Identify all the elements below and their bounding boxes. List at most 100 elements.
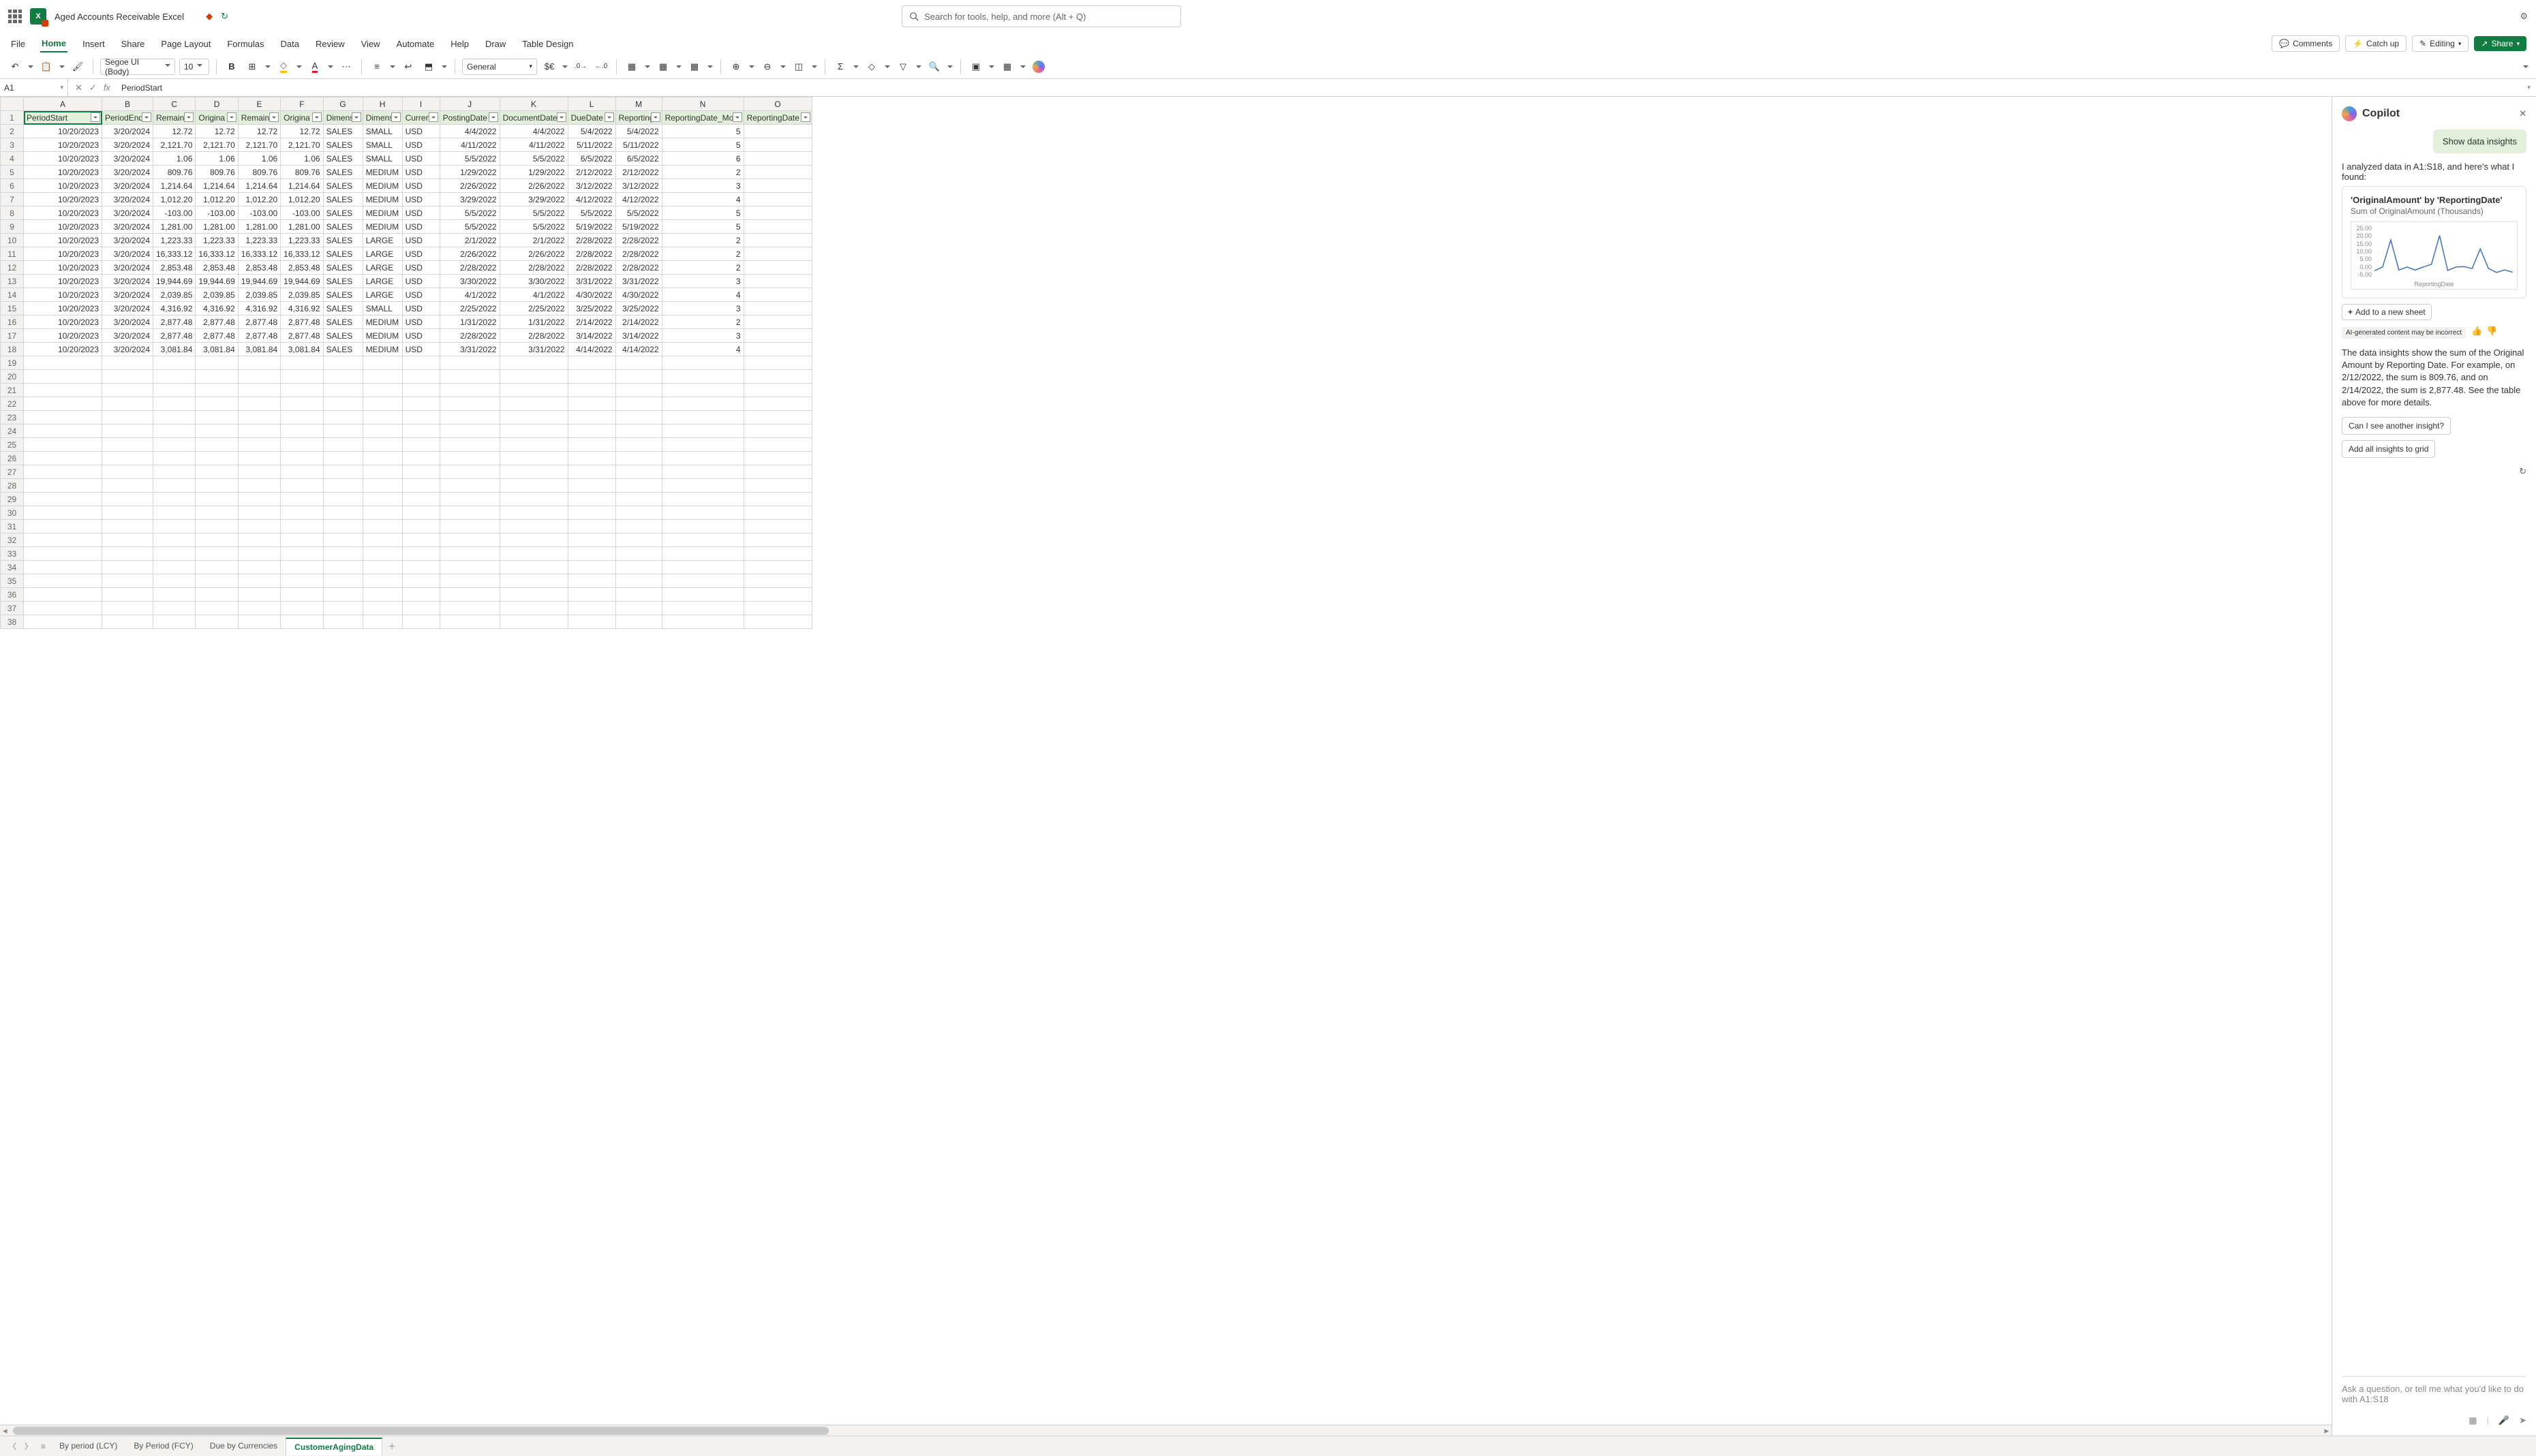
cell[interactable] bbox=[662, 533, 744, 547]
cell[interactable] bbox=[196, 411, 238, 424]
cell[interactable]: 5/4/2022 bbox=[615, 125, 662, 138]
cell[interactable] bbox=[102, 370, 153, 384]
cell[interactable] bbox=[744, 465, 812, 479]
col-header-B[interactable]: B bbox=[102, 97, 153, 111]
cell[interactable] bbox=[363, 533, 402, 547]
cell[interactable] bbox=[662, 397, 744, 411]
merge-button[interactable]: ⬒ bbox=[421, 59, 437, 75]
cell[interactable]: 4/12/2022 bbox=[568, 193, 615, 206]
cell[interactable]: 3/20/2024 bbox=[102, 288, 153, 302]
cancel-formula-icon[interactable]: ✕ bbox=[75, 82, 82, 93]
fx-icon[interactable]: fx bbox=[104, 82, 110, 93]
filter-icon[interactable] bbox=[801, 112, 810, 122]
cell[interactable] bbox=[102, 452, 153, 465]
cell[interactable]: 809.76 bbox=[196, 166, 238, 179]
cell[interactable] bbox=[363, 465, 402, 479]
cell[interactable] bbox=[323, 438, 363, 452]
cell[interactable] bbox=[238, 356, 280, 370]
cell[interactable] bbox=[281, 411, 323, 424]
cell[interactable]: 3,081.84 bbox=[153, 343, 196, 356]
cell[interactable] bbox=[744, 166, 812, 179]
cell[interactable] bbox=[744, 479, 812, 493]
cell[interactable]: LARGE bbox=[363, 234, 402, 247]
filter-icon[interactable] bbox=[91, 112, 100, 122]
menu-tab-help[interactable]: Help bbox=[449, 36, 470, 52]
cell[interactable]: MEDIUM bbox=[363, 193, 402, 206]
cell[interactable]: 1,281.00 bbox=[281, 220, 323, 234]
cell[interactable] bbox=[568, 438, 615, 452]
format-cells-button[interactable]: ◫ bbox=[791, 59, 807, 75]
cell[interactable] bbox=[500, 493, 568, 506]
cell[interactable] bbox=[153, 356, 196, 370]
cell[interactable]: 4/14/2022 bbox=[568, 343, 615, 356]
cell[interactable]: 2 bbox=[662, 247, 744, 261]
cell[interactable] bbox=[196, 479, 238, 493]
cell[interactable]: 5/19/2022 bbox=[615, 220, 662, 234]
cell[interactable]: USD bbox=[402, 275, 440, 288]
cell[interactable] bbox=[281, 615, 323, 629]
fill-color-dropdown[interactable] bbox=[296, 63, 303, 71]
cell[interactable]: 12.72 bbox=[281, 125, 323, 138]
cell[interactable] bbox=[500, 547, 568, 561]
cell[interactable] bbox=[281, 384, 323, 397]
cell[interactable]: SALES bbox=[323, 315, 363, 329]
cell[interactable] bbox=[402, 479, 440, 493]
cell[interactable] bbox=[440, 547, 500, 561]
cell[interactable] bbox=[568, 520, 615, 533]
cell[interactable] bbox=[744, 574, 812, 588]
cell[interactable]: 3/20/2024 bbox=[102, 315, 153, 329]
cell[interactable] bbox=[238, 452, 280, 465]
cell[interactable]: 1.06 bbox=[238, 152, 280, 166]
cell[interactable]: LARGE bbox=[363, 275, 402, 288]
cell[interactable]: SMALL bbox=[363, 138, 402, 152]
cell[interactable] bbox=[102, 602, 153, 615]
cell[interactable]: 3/20/2024 bbox=[102, 261, 153, 275]
cell[interactable] bbox=[24, 615, 102, 629]
cell[interactable] bbox=[500, 602, 568, 615]
cell[interactable] bbox=[744, 343, 812, 356]
cell[interactable]: 10/20/2023 bbox=[24, 315, 102, 329]
cell[interactable] bbox=[102, 588, 153, 602]
cell[interactable]: 2/26/2022 bbox=[500, 247, 568, 261]
cell[interactable] bbox=[615, 356, 662, 370]
cell[interactable] bbox=[440, 574, 500, 588]
cell[interactable] bbox=[238, 520, 280, 533]
cell[interactable] bbox=[24, 602, 102, 615]
cell[interactable] bbox=[440, 602, 500, 615]
cell[interactable] bbox=[102, 506, 153, 520]
thumbs-up-icon[interactable]: 👍 bbox=[2471, 326, 2482, 337]
cell[interactable] bbox=[281, 574, 323, 588]
row-header-21[interactable]: 21 bbox=[1, 384, 24, 397]
currency-dropdown[interactable] bbox=[562, 63, 568, 71]
cell[interactable]: 3 bbox=[662, 329, 744, 343]
cell[interactable] bbox=[500, 533, 568, 547]
analyze-button[interactable]: ▦ bbox=[999, 59, 1015, 75]
cell[interactable]: 3/20/2024 bbox=[102, 206, 153, 220]
cell[interactable] bbox=[500, 384, 568, 397]
cell[interactable]: 3/25/2022 bbox=[615, 302, 662, 315]
cell[interactable] bbox=[24, 438, 102, 452]
cell[interactable] bbox=[500, 370, 568, 384]
cell[interactable] bbox=[323, 520, 363, 533]
search-input[interactable]: Search for tools, help, and more (Alt + … bbox=[902, 5, 1181, 27]
cell[interactable] bbox=[662, 452, 744, 465]
menu-tab-share[interactable]: Share bbox=[120, 36, 147, 52]
cell[interactable] bbox=[744, 220, 812, 234]
cell[interactable]: 1.06 bbox=[153, 152, 196, 166]
filter-icon[interactable] bbox=[391, 112, 401, 122]
cell[interactable]: 3/12/2022 bbox=[568, 179, 615, 193]
cell[interactable] bbox=[196, 602, 238, 615]
cell[interactable] bbox=[153, 411, 196, 424]
cell[interactable]: 2,039.85 bbox=[281, 288, 323, 302]
cell[interactable] bbox=[323, 615, 363, 629]
cell[interactable]: 2,121.70 bbox=[281, 138, 323, 152]
cell[interactable]: MEDIUM bbox=[363, 206, 402, 220]
cell[interactable] bbox=[440, 424, 500, 438]
cell[interactable] bbox=[402, 561, 440, 574]
cell[interactable]: 4 bbox=[662, 288, 744, 302]
cell[interactable] bbox=[402, 465, 440, 479]
menu-tab-data[interactable]: Data bbox=[279, 36, 301, 52]
cell[interactable]: 3/20/2024 bbox=[102, 329, 153, 343]
row-header-2[interactable]: 2 bbox=[1, 125, 24, 138]
cell[interactable] bbox=[323, 452, 363, 465]
